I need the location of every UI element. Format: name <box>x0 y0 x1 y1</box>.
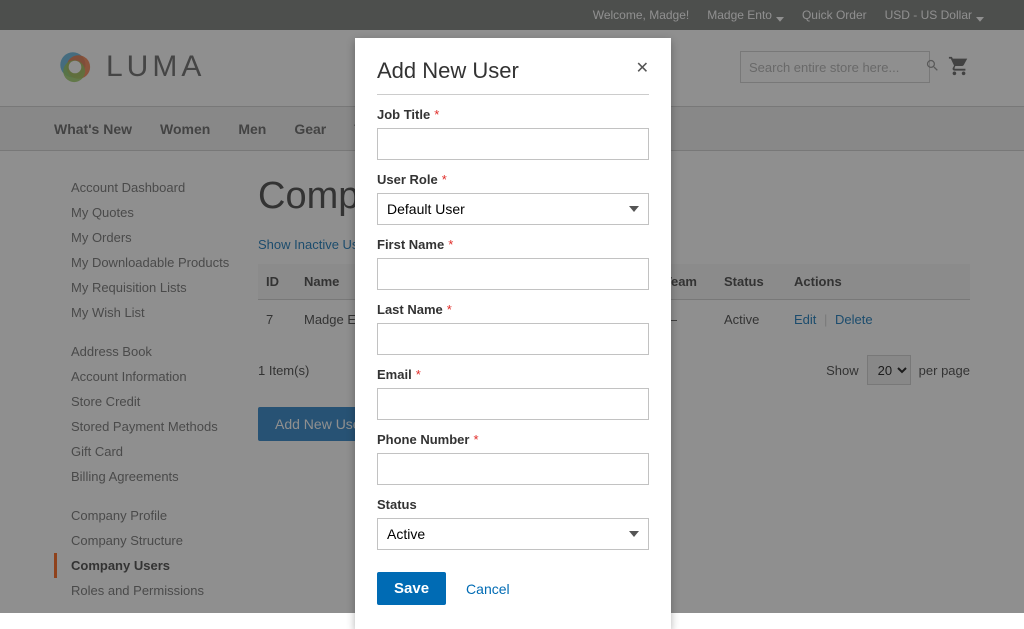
cancel-link[interactable]: Cancel <box>466 581 510 597</box>
last-name-input[interactable] <box>377 323 649 355</box>
phone-input[interactable] <box>377 453 649 485</box>
user-role-label: User Role* <box>377 172 649 187</box>
email-input[interactable] <box>377 388 649 420</box>
close-icon: ✕ <box>636 60 649 77</box>
first-name-input[interactable] <box>377 258 649 290</box>
last-name-label: Last Name* <box>377 302 649 317</box>
modal-close-button[interactable]: ✕ <box>636 58 649 78</box>
user-role-select[interactable]: Default User <box>377 193 649 225</box>
status-label: Status <box>377 497 649 512</box>
first-name-label: First Name* <box>377 237 649 252</box>
modal-title: Add New User <box>377 58 519 84</box>
save-button[interactable]: Save <box>377 572 446 605</box>
phone-label: Phone Number* <box>377 432 649 447</box>
email-label: Email* <box>377 367 649 382</box>
add-user-modal: Add New User ✕ Job Title* User Role* Def… <box>355 38 671 629</box>
job-title-input[interactable] <box>377 128 649 160</box>
status-select[interactable]: Active <box>377 518 649 550</box>
job-title-label: Job Title* <box>377 107 649 122</box>
